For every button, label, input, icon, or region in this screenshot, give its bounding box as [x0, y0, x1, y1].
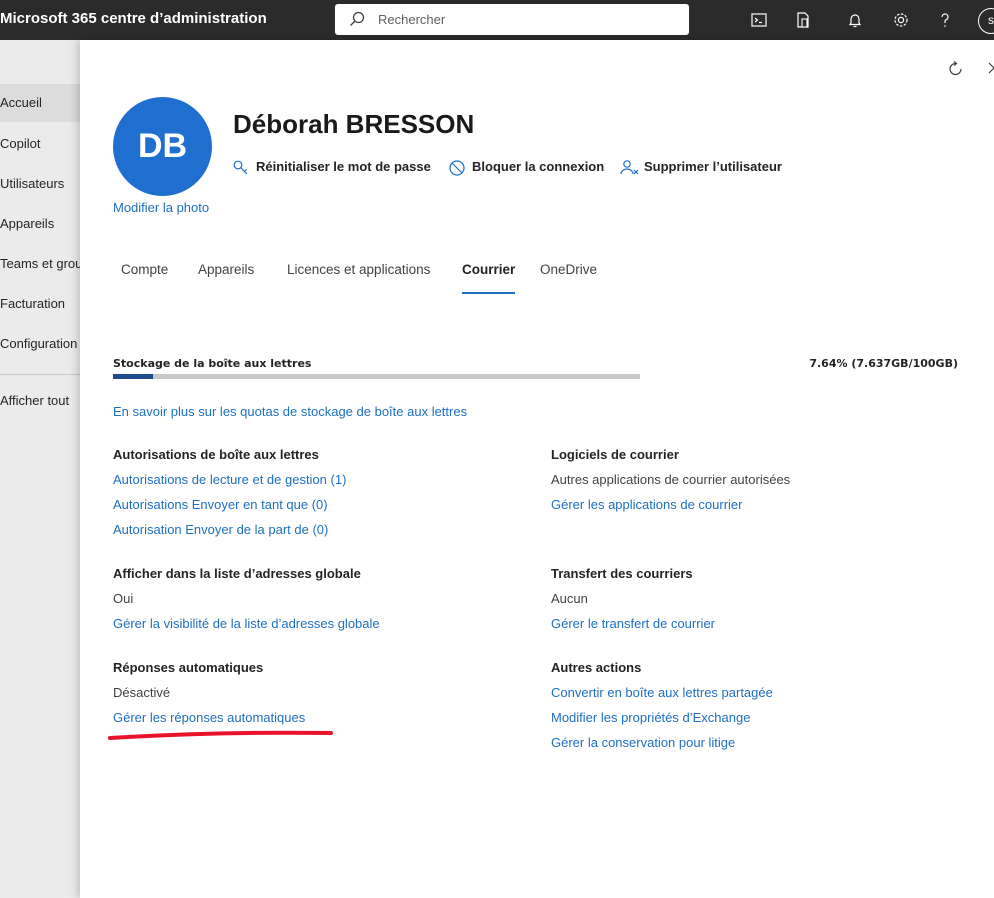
edit-exchange-properties-link[interactable]: Modifier les propriétés d’Exchange	[551, 710, 750, 725]
delete-user-label: Supprimer l’utilisateur	[644, 159, 782, 174]
auto-replies-title: Réponses automatiques	[113, 660, 264, 675]
send-as-permissions-link[interactable]: Autorisations Envoyer en tant que (0)	[113, 497, 328, 512]
manage-forwarding-link[interactable]: Gérer le transfert de courrier	[551, 616, 715, 631]
mail-apps-title: Logiciels de courrier	[551, 447, 679, 462]
forwarding-value: Aucun	[551, 591, 588, 606]
nav-item-afficher-tout[interactable]: Afficher tout	[0, 382, 80, 420]
nav-item-copilot[interactable]: Copilot	[0, 125, 80, 163]
edit-photo-link[interactable]: Modifier la photo	[113, 200, 209, 215]
block-signin-label: Bloquer la connexion	[472, 159, 605, 174]
key-icon	[233, 160, 248, 175]
user-detail-panel: DB Modifier la photo Déborah BRESSON Réi…	[80, 40, 994, 898]
nav-item-utilisateurs[interactable]: Utilisateurs	[0, 165, 80, 203]
tab-compte[interactable]: Compte	[121, 262, 168, 294]
send-on-behalf-permissions-link[interactable]: Autorisation Envoyer de la part de (0)	[113, 522, 328, 537]
block-icon	[449, 160, 465, 176]
mailbox-storage-bar-fill	[113, 374, 154, 379]
nav-item-teams-groupes[interactable]: Teams et groupes	[0, 245, 80, 283]
account-avatar[interactable]: s	[978, 8, 994, 34]
mailbox-storage-bar	[113, 374, 640, 379]
nav-item-configuration[interactable]: Configuration	[0, 325, 80, 363]
manage-auto-replies-link[interactable]: Gérer les réponses automatiques	[113, 710, 305, 725]
user-display-name: Déborah BRESSON	[233, 109, 475, 139]
gal-value: Oui	[113, 591, 134, 606]
tab-licences[interactable]: Licences et applications	[287, 262, 430, 294]
reset-password-label: Réinitialiser le mot de passe	[256, 159, 431, 174]
nav-item-facturation[interactable]: Facturation	[0, 285, 80, 323]
app-title[interactable]: Microsoft 365 centre d’administration	[0, 10, 267, 27]
tab-appareils[interactable]: Appareils	[198, 262, 254, 294]
document-mobile-icon[interactable]	[793, 10, 813, 30]
user-avatar: DB	[113, 97, 212, 196]
storage-quota-link[interactable]: En savoir plus sur les quotas de stockag…	[113, 404, 467, 419]
close-icon[interactable]	[986, 58, 994, 78]
notification-bell-icon[interactable]	[845, 10, 865, 30]
settings-gear-icon[interactable]	[891, 10, 911, 30]
search-placeholder: Rechercher	[378, 12, 446, 27]
litigation-hold-link[interactable]: Gérer la conservation pour litige	[551, 735, 735, 750]
convert-shared-mailbox-link[interactable]: Convertir en boîte aux lettres partagée	[551, 685, 773, 700]
search-box[interactable]: Rechercher	[335, 4, 689, 35]
other-actions-title: Autres actions	[551, 660, 642, 675]
mailbox-storage-label: Stockage de la boîte aux lettres	[113, 357, 312, 370]
nav-divider	[0, 374, 80, 375]
nav-item-accueil[interactable]: Accueil	[0, 84, 80, 122]
refresh-icon[interactable]	[947, 60, 965, 78]
tab-onedrive[interactable]: OneDrive	[540, 262, 597, 294]
manage-gal-visibility-link[interactable]: Gérer la visibilité de la liste d’adress…	[113, 616, 380, 631]
top-bar: Microsoft 365 centre d’administration Re…	[0, 0, 994, 40]
auto-replies-status: Désactivé	[113, 685, 171, 700]
tab-courrier[interactable]: Courrier	[462, 262, 516, 294]
search-icon	[350, 11, 365, 26]
remove-user-icon	[620, 160, 639, 175]
mail-apps-value: Autres applications de courrier autorisé…	[551, 472, 791, 487]
read-manage-permissions-link[interactable]: Autorisations de lecture et de gestion (…	[113, 472, 346, 487]
manage-mail-apps-link[interactable]: Gérer les applications de courrier	[551, 497, 742, 512]
red-annotation-underline	[108, 730, 333, 740]
gal-title: Afficher dans la liste d’adresses global…	[113, 566, 361, 581]
mailbox-permissions-title: Autorisations de boîte aux lettres	[113, 447, 319, 462]
help-icon[interactable]	[935, 10, 955, 30]
terminal-icon[interactable]	[749, 10, 769, 30]
forwarding-title: Transfert des courriers	[551, 566, 693, 581]
mailbox-storage-value: 7.64% (7.637GB/100GB)	[809, 357, 958, 370]
left-navigation: Accueil Copilot Utilisateurs Appareils T…	[0, 40, 80, 898]
nav-item-appareils[interactable]: Appareils	[0, 205, 80, 243]
